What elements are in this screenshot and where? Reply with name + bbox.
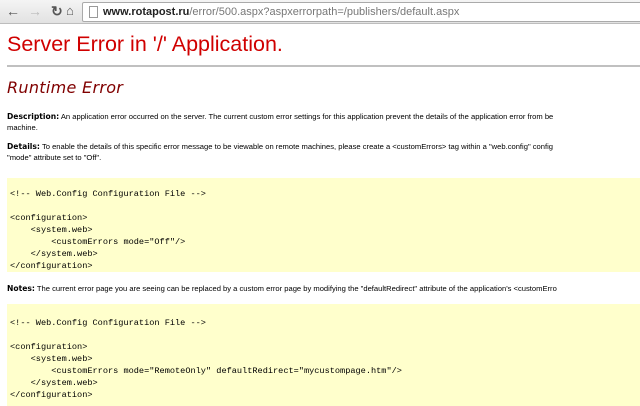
forward-arrow-icon[interactable]: →	[28, 3, 42, 19]
details-text: To enable the details of this specific e…	[39, 142, 554, 151]
code-line: <!-- Web.Config Configuration File -->	[10, 189, 206, 199]
notes-label: Notes:	[7, 284, 35, 293]
home-icon[interactable]: ⌂	[66, 3, 74, 19]
code-line: <customErrors mode="Off"/>	[10, 237, 186, 247]
url-domain: www.rotapost.ru	[103, 6, 190, 18]
description-label: Description:	[7, 112, 60, 121]
description-paragraph: Description: An application error occurr…	[7, 111, 640, 133]
details-label: Details:	[7, 142, 40, 151]
browser-toolbar: ← → ↻ ⌂ www.rotapost.ru/error/500.aspx?a…	[0, 0, 640, 24]
notes-text: The current error page you are seeing ca…	[34, 284, 557, 293]
code-line: <!-- Web.Config Configuration File -->	[10, 318, 206, 328]
code-line: </configuration>	[10, 261, 93, 271]
config-code-block-2: <!-- Web.Config Configuration File -->​<…	[7, 304, 640, 406]
description-text-2: machine.	[7, 123, 38, 132]
config-code-block-1: <!-- Web.Config Configuration File -->​<…	[7, 178, 640, 272]
page-title: Server Error in '/' Application.	[7, 32, 283, 56]
code-line: <configuration>	[10, 213, 88, 223]
reload-icon[interactable]: ↻	[51, 3, 63, 19]
url-text: www.rotapost.ru/error/500.aspx?aspxerror…	[103, 6, 459, 18]
code-line: <customErrors mode="RemoteOnly" defaultR…	[10, 366, 402, 376]
code-line: <system.web>	[10, 354, 93, 364]
page-icon	[89, 6, 98, 18]
notes-paragraph: Notes: The current error page you are se…	[7, 283, 640, 294]
description-text: An application error occurred on the ser…	[59, 112, 554, 121]
code-line: </system.web>	[10, 249, 98, 259]
code-line: <system.web>	[10, 225, 93, 235]
url-path: /error/500.aspx?aspxerrorpath=/publisher…	[189, 6, 460, 18]
details-text-2: "mode" attribute set to "Off".	[7, 153, 102, 162]
error-subtitle: Runtime Error	[7, 78, 124, 97]
code-line: <configuration>	[10, 342, 88, 352]
details-paragraph: Details: To enable the details of this s…	[7, 141, 640, 163]
divider	[7, 65, 640, 67]
back-arrow-icon[interactable]: ←	[6, 3, 20, 19]
code-line: </system.web>	[10, 378, 98, 388]
code-line: </configuration>	[10, 390, 93, 400]
address-bar[interactable]: www.rotapost.ru/error/500.aspx?aspxerror…	[82, 2, 640, 22]
